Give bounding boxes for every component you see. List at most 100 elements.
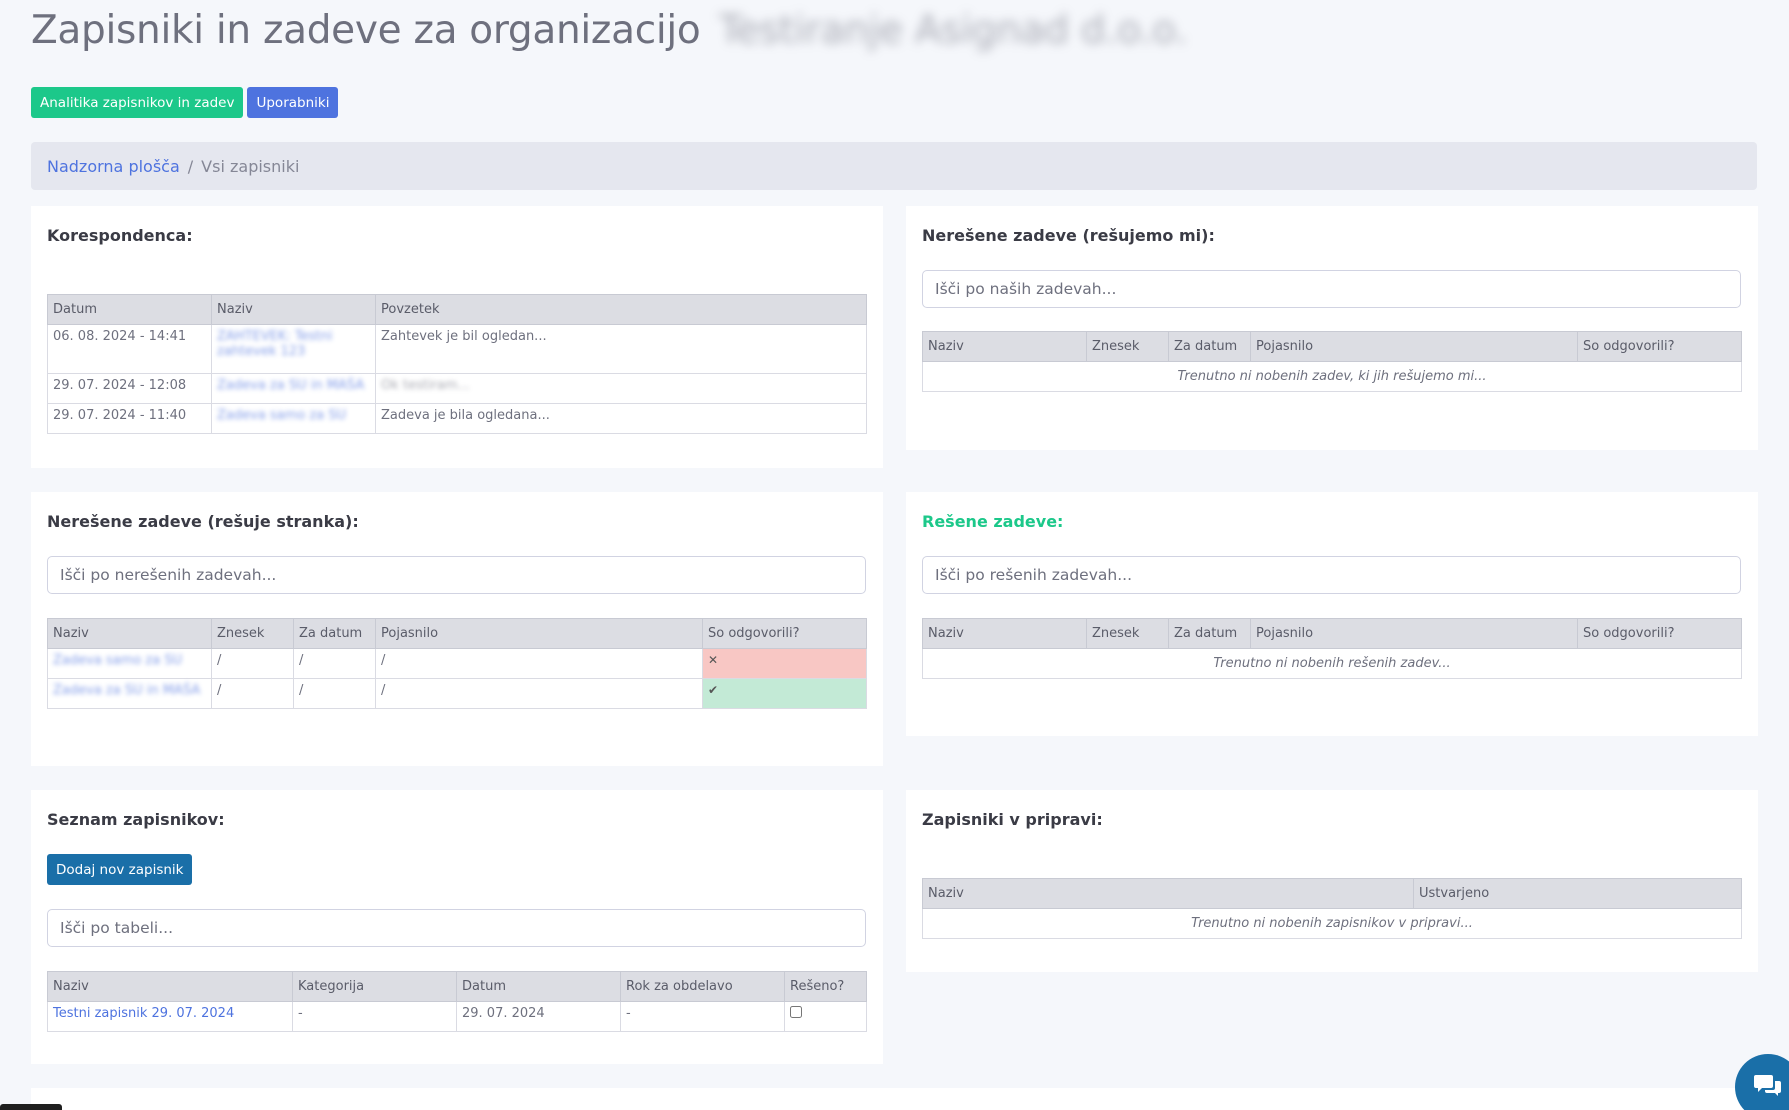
answered-no-cell: ✕ — [702, 648, 867, 679]
table-row: Testni zapisnik 29. 07. 2024 - 29. 07. 2… — [47, 1001, 867, 1032]
page-title: Zapisniki in zadeve za organizacijo Test… — [31, 8, 1188, 53]
table-row: 29. 07. 2024 - 12:08 Zadeva za SU in MAŠ… — [47, 373, 867, 404]
users-button[interactable]: Uporabniki — [247, 87, 339, 118]
column-header-note: Pojasnilo — [375, 618, 703, 649]
chat-widget-button[interactable] — [1735, 1054, 1789, 1110]
column-header-resolved: Rešeno? — [784, 971, 867, 1002]
correspondence-name-link[interactable]: Zadeva za SU in MAŠA — [211, 373, 376, 404]
column-header-note: Pojasnilo — [1250, 618, 1578, 649]
minutes-deadline: - — [620, 1001, 785, 1032]
table-header-row: Datum Naziv Povzetek — [47, 294, 867, 325]
empty-message: Trenutno ni nobenih zadev, ki jih rešuje… — [922, 361, 1742, 392]
column-header-date: Za datum — [1168, 618, 1251, 649]
column-header-date: Datum — [47, 294, 212, 325]
minutes-list-title: Seznam zapisnikov: — [47, 810, 225, 829]
column-header-name: Naziv — [922, 878, 1414, 909]
minutes-name-link[interactable]: Testni zapisnik 29. 07. 2024 — [47, 1001, 293, 1032]
correspondence-date: 29. 07. 2024 - 12:08 — [47, 373, 212, 404]
resolved-title: Rešene zadeve: — [922, 512, 1064, 531]
table-header-row: Naziv Znesek Za datum Pojasnilo So odgov… — [922, 618, 1742, 649]
case-name-text: Zadeva za SU in MAŠA — [53, 683, 201, 698]
case-date: / — [293, 678, 376, 709]
footer-card — [31, 1088, 1757, 1110]
column-header-answered: So odgovorili? — [702, 618, 867, 649]
resolved-search-input[interactable] — [922, 556, 1741, 594]
correspondence-title: Korespondenca: — [47, 226, 193, 245]
correspondence-summary-text: Ok testiram... — [381, 378, 470, 393]
organization-name: Testiranje Asignad d.o.o. — [718, 8, 1188, 53]
breadcrumb-separator: / — [187, 156, 194, 176]
minutes-table: Naziv Kategorija Datum Rok za obdelavo R… — [47, 971, 867, 1032]
table-row: Zadeva samo za SU / / / ✕ — [47, 648, 867, 679]
resolved-card: Rešene zadeve: Naziv Znesek Za datum Poj… — [906, 492, 1758, 736]
resolved-checkbox[interactable] — [790, 1006, 802, 1018]
unresolved-ours-card: Nerešene zadeve (rešujemo mi): Naziv Zne… — [906, 206, 1758, 450]
column-header-amount: Znesek — [1086, 618, 1169, 649]
breadcrumb: Nadzorna plošča / Vsi zapisniki — [31, 142, 1757, 190]
table-header-row: Naziv Kategorija Datum Rok za obdelavo R… — [47, 971, 867, 1002]
table-row: 29. 07. 2024 - 11:40 Zadeva samo za SU Z… — [47, 403, 867, 434]
column-header-amount: Znesek — [211, 618, 294, 649]
breadcrumb-current: Vsi zapisniki — [201, 156, 300, 176]
drafts-card: Zapisniki v pripravi: Naziv Ustvarjeno T… — [906, 790, 1758, 972]
correspondence-date: 06. 08. 2024 - 14:41 — [47, 324, 212, 374]
case-name-text: Zadeva samo za SU — [53, 653, 183, 668]
unresolved-ours-table: Naziv Znesek Za datum Pojasnilo So odgov… — [922, 331, 1742, 392]
unresolved-client-title: Nerešene zadeve (rešuje stranka): — [47, 512, 359, 531]
correspondence-name-text: Zadeva samo za SU — [217, 408, 347, 423]
case-name-link[interactable]: Zadeva za SU in MAŠA — [47, 678, 212, 709]
breadcrumb-dashboard-link[interactable]: Nadzorna plošča — [47, 157, 180, 176]
chat-icon — [1753, 1072, 1783, 1102]
column-header-category: Kategorija — [292, 971, 457, 1002]
case-note: / — [375, 648, 703, 679]
minutes-resolved-cell — [784, 1001, 867, 1032]
column-header-date: Za datum — [1168, 331, 1251, 362]
column-header-name: Naziv — [47, 618, 212, 649]
check-icon: ✔ — [708, 683, 719, 697]
case-date: / — [293, 648, 376, 679]
minutes-search-input[interactable] — [47, 909, 866, 947]
correspondence-summary: Ok testiram... — [375, 373, 867, 404]
resolved-table: Naziv Znesek Za datum Pojasnilo So odgov… — [922, 618, 1742, 679]
empty-row: Trenutno ni nobenih zapisnikov v priprav… — [922, 908, 1742, 939]
case-amount: / — [211, 648, 294, 679]
empty-message: Trenutno ni nobenih zapisnikov v priprav… — [922, 908, 1742, 939]
correspondence-summary: Zadeva je bila ogledana... — [375, 403, 867, 434]
minutes-list-card: Seznam zapisnikov: Dodaj nov zapisnik Na… — [31, 790, 883, 1064]
unresolved-client-search-input[interactable] — [47, 556, 866, 594]
footer-tag — [0, 1104, 62, 1110]
page-title-text: Zapisniki in zadeve za organizacijo — [31, 8, 701, 53]
top-button-group: Analitika zapisnikov in zadev Uporabniki — [31, 87, 339, 118]
minutes-date: 29. 07. 2024 — [456, 1001, 621, 1032]
unresolved-ours-title: Nerešene zadeve (rešujemo mi): — [922, 226, 1215, 245]
answered-yes-cell: ✔ — [702, 678, 867, 709]
case-name-link[interactable]: Zadeva samo za SU — [47, 648, 212, 679]
empty-row: Trenutno ni nobenih rešenih zadev... — [922, 648, 1742, 679]
column-header-deadline: Rok za obdelavo — [620, 971, 785, 1002]
correspondence-name-link[interactable]: Zadeva samo za SU — [211, 403, 376, 434]
column-header-note: Pojasnilo — [1250, 331, 1578, 362]
column-header-answered: So odgovorili? — [1577, 618, 1742, 649]
column-header-date: Za datum — [293, 618, 376, 649]
empty-message: Trenutno ni nobenih rešenih zadev... — [922, 648, 1742, 679]
case-note: / — [375, 678, 703, 709]
correspondence-summary: Zahtevek je bil ogledan... — [375, 324, 867, 374]
drafts-title: Zapisniki v pripravi: — [922, 810, 1103, 829]
column-header-answered: So odgovorili? — [1577, 331, 1742, 362]
column-header-created: Ustvarjeno — [1413, 878, 1742, 909]
analytics-button[interactable]: Analitika zapisnikov in zadev — [31, 87, 244, 118]
empty-row: Trenutno ni nobenih zadev, ki jih rešuje… — [922, 361, 1742, 392]
unresolved-ours-search-input[interactable] — [922, 270, 1741, 308]
column-header-amount: Znesek — [1086, 331, 1169, 362]
add-minutes-button[interactable]: Dodaj nov zapisnik — [47, 854, 193, 885]
correspondence-name-link[interactable]: ZAHTEVEK: Testni zahtevek 123 — [211, 324, 376, 374]
correspondence-date: 29. 07. 2024 - 11:40 — [47, 403, 212, 434]
table-row: Zadeva za SU in MAŠA / / / ✔ — [47, 678, 867, 709]
minutes-name-text: Testni zapisnik 29. 07. 2024 — [53, 1006, 235, 1021]
times-icon: ✕ — [708, 653, 719, 667]
column-header-date: Datum — [456, 971, 621, 1002]
column-header-name: Naziv — [922, 331, 1087, 362]
column-header-name: Naziv — [211, 294, 376, 325]
correspondence-name-text: ZAHTEVEK: Testni zahtevek 123 — [217, 329, 333, 359]
unresolved-client-table: Naziv Znesek Za datum Pojasnilo So odgov… — [47, 618, 867, 709]
